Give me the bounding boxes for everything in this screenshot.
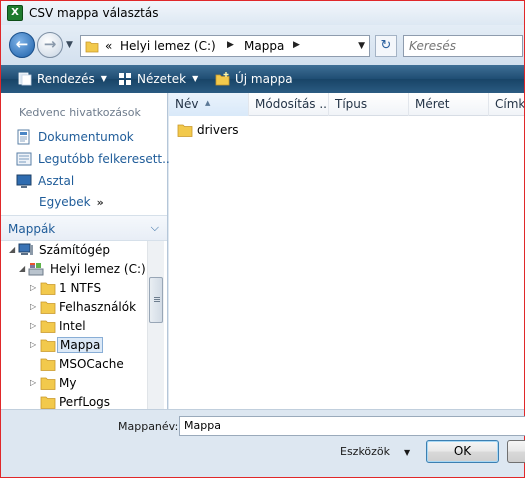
tree-node-label: Mappa <box>57 337 104 353</box>
grip-icon <box>154 297 160 298</box>
column-header-tags[interactable]: Címk <box>489 93 524 116</box>
folder-icon <box>40 339 56 352</box>
column-header-type[interactable]: Típus <box>329 93 409 116</box>
column-header-label: Méret <box>415 97 450 111</box>
recent-places-icon <box>16 152 32 166</box>
folder-name-label: Mappanév: <box>118 420 179 433</box>
tree-node-label: My <box>59 376 77 390</box>
file-list[interactable]: ▲ Név Módosítás ... Típus Méret Címk dri… <box>169 93 524 409</box>
others-link[interactable]: Egyebek » <box>39 195 104 209</box>
forward-button[interactable]: → <box>37 32 63 58</box>
ok-button[interactable]: OK <box>426 440 499 463</box>
favorite-label: Legutóbb felkeresett... <box>38 152 174 166</box>
tree-node-label: MSOCache <box>59 357 124 371</box>
views-icon <box>119 73 131 85</box>
chevron-down-icon: ▼ <box>100 74 107 83</box>
favorites-heading: Kedvenc hivatkozások <box>19 106 141 119</box>
favorite-label: Asztal <box>38 174 75 188</box>
column-header-label: Típus <box>335 97 368 111</box>
chevron-down-icon: ▼ <box>192 74 199 83</box>
refresh-icon: ↻ <box>380 38 392 53</box>
crumb-local-disk[interactable]: Helyi lemez (C:) <box>120 39 216 53</box>
folders-header[interactable]: Mappák ⌵ <box>1 215 167 241</box>
folder-icon <box>40 282 56 295</box>
computer-icon <box>18 243 33 255</box>
chevron-down-icon: ▼ <box>404 448 411 457</box>
tree-node-label: Számítógép <box>39 243 110 257</box>
sort-ascending-icon: ▲ <box>205 99 211 107</box>
column-header-name[interactable]: ▲ Név <box>169 93 249 116</box>
title-bar[interactable]: X CSV mappa választás <box>1 1 524 25</box>
new-folder-icon <box>215 72 230 86</box>
command-toolbar: Rendezés ▼ Nézetek ▼ Új mappa <box>1 65 524 93</box>
collapsed-triangle-icon[interactable]: ▷ <box>30 302 36 311</box>
desktop-icon <box>16 174 32 188</box>
cancel-button[interactable] <box>507 440 525 463</box>
folder-icon <box>40 358 56 371</box>
folder-icon <box>40 396 56 409</box>
others-label: Egyebek <box>39 195 91 209</box>
column-header-modified[interactable]: Módosítás ... <box>249 93 329 116</box>
expanded-triangle-icon[interactable]: ◢ <box>19 264 25 273</box>
back-button[interactable]: ← <box>9 32 35 58</box>
organize-button[interactable]: Rendezés ▼ <box>18 70 107 88</box>
tree-node-label: 1 NTFS <box>59 281 102 295</box>
dialog-window: X CSV mappa választás ← → ▼ « Helyi leme… <box>0 0 525 478</box>
dialog-footer: Mappanév: Mappa Eszközök ▼ OK <box>1 409 525 477</box>
search-input[interactable] <box>404 36 522 56</box>
navigation-bar: ← → ▼ « Helyi lemez (C:) ▶ Mappa ▶ ▼ ↻ <box>1 25 524 65</box>
scrollbar-thumb[interactable] <box>149 277 163 323</box>
folder-name-input[interactable]: Mappa <box>179 416 525 436</box>
tools-label: Eszközök <box>340 445 391 458</box>
organize-icon <box>18 72 32 86</box>
tree-node-label: Felhasználók <box>59 300 137 314</box>
recent-pages-dropdown-icon[interactable]: ▼ <box>66 40 73 50</box>
chevron-down-icon[interactable]: ⌵ <box>151 221 159 235</box>
crumb-separator-icon[interactable]: ▶ <box>227 40 234 50</box>
tree-node-label: Intel <box>59 319 86 333</box>
tools-dropdown[interactable]: Eszközök ▼ <box>340 445 410 458</box>
tree-scrollbar[interactable] <box>147 241 164 409</box>
views-button[interactable]: Nézetek ▼ <box>118 70 198 88</box>
collapsed-triangle-icon[interactable]: ▷ <box>30 378 36 387</box>
collapsed-triangle-icon[interactable]: ▷ <box>30 283 36 292</box>
collapsed-triangle-icon[interactable]: ▷ <box>30 321 36 330</box>
folder-icon <box>40 301 56 314</box>
list-item-label: drivers <box>197 123 239 137</box>
collapsed-triangle-icon[interactable]: ▷ <box>30 340 36 349</box>
back-arrow-icon: ← <box>15 35 29 53</box>
window-title: CSV mappa választás <box>29 6 159 20</box>
folder-icon <box>40 377 56 390</box>
crumb-mappa[interactable]: Mappa <box>244 39 284 53</box>
address-dropdown-icon[interactable]: ▼ <box>358 41 365 51</box>
views-label: Nézetek <box>137 72 187 86</box>
hard-drive-icon <box>28 263 44 276</box>
folder-tree[interactable]: ◢ Számítógép ◢ Helyi lemez (C:) ▷ 1 NTFS <box>1 241 147 409</box>
favorite-label: Dokumentumok <box>38 130 134 144</box>
column-header-label: Név <box>175 97 199 111</box>
forward-arrow-icon: → <box>43 35 57 53</box>
search-box[interactable] <box>403 35 523 57</box>
folder-icon <box>85 41 99 53</box>
folder-icon <box>40 320 56 333</box>
refresh-button[interactable]: ↻ <box>375 35 397 57</box>
excel-icon: X <box>7 5 23 21</box>
crumb-separator-icon[interactable]: ▶ <box>293 40 300 50</box>
folders-heading: Mappák <box>8 222 56 236</box>
tree-node-label: PerfLogs <box>59 395 111 409</box>
column-header-label: Címk <box>495 97 524 111</box>
tree-node-label: Helyi lemez (C:) <box>50 262 146 276</box>
column-header-size[interactable]: Méret <box>409 93 489 116</box>
address-overflow[interactable]: « <box>105 39 112 53</box>
new-folder-button[interactable]: Új mappa <box>215 70 293 88</box>
expanded-triangle-icon[interactable]: ◢ <box>9 245 15 254</box>
folder-icon <box>177 124 193 137</box>
column-header-row: ▲ Név Módosítás ... Típus Méret Címk <box>169 93 524 116</box>
organize-label: Rendezés <box>37 72 95 86</box>
address-bar[interactable]: « Helyi lemez (C:) ▶ Mappa ▶ ▼ <box>80 35 370 57</box>
column-header-label: Módosítás ... <box>255 97 329 111</box>
documents-icon <box>17 129 30 145</box>
new-folder-label: Új mappa <box>235 72 293 86</box>
double-chevron-right-icon: » <box>96 196 104 209</box>
